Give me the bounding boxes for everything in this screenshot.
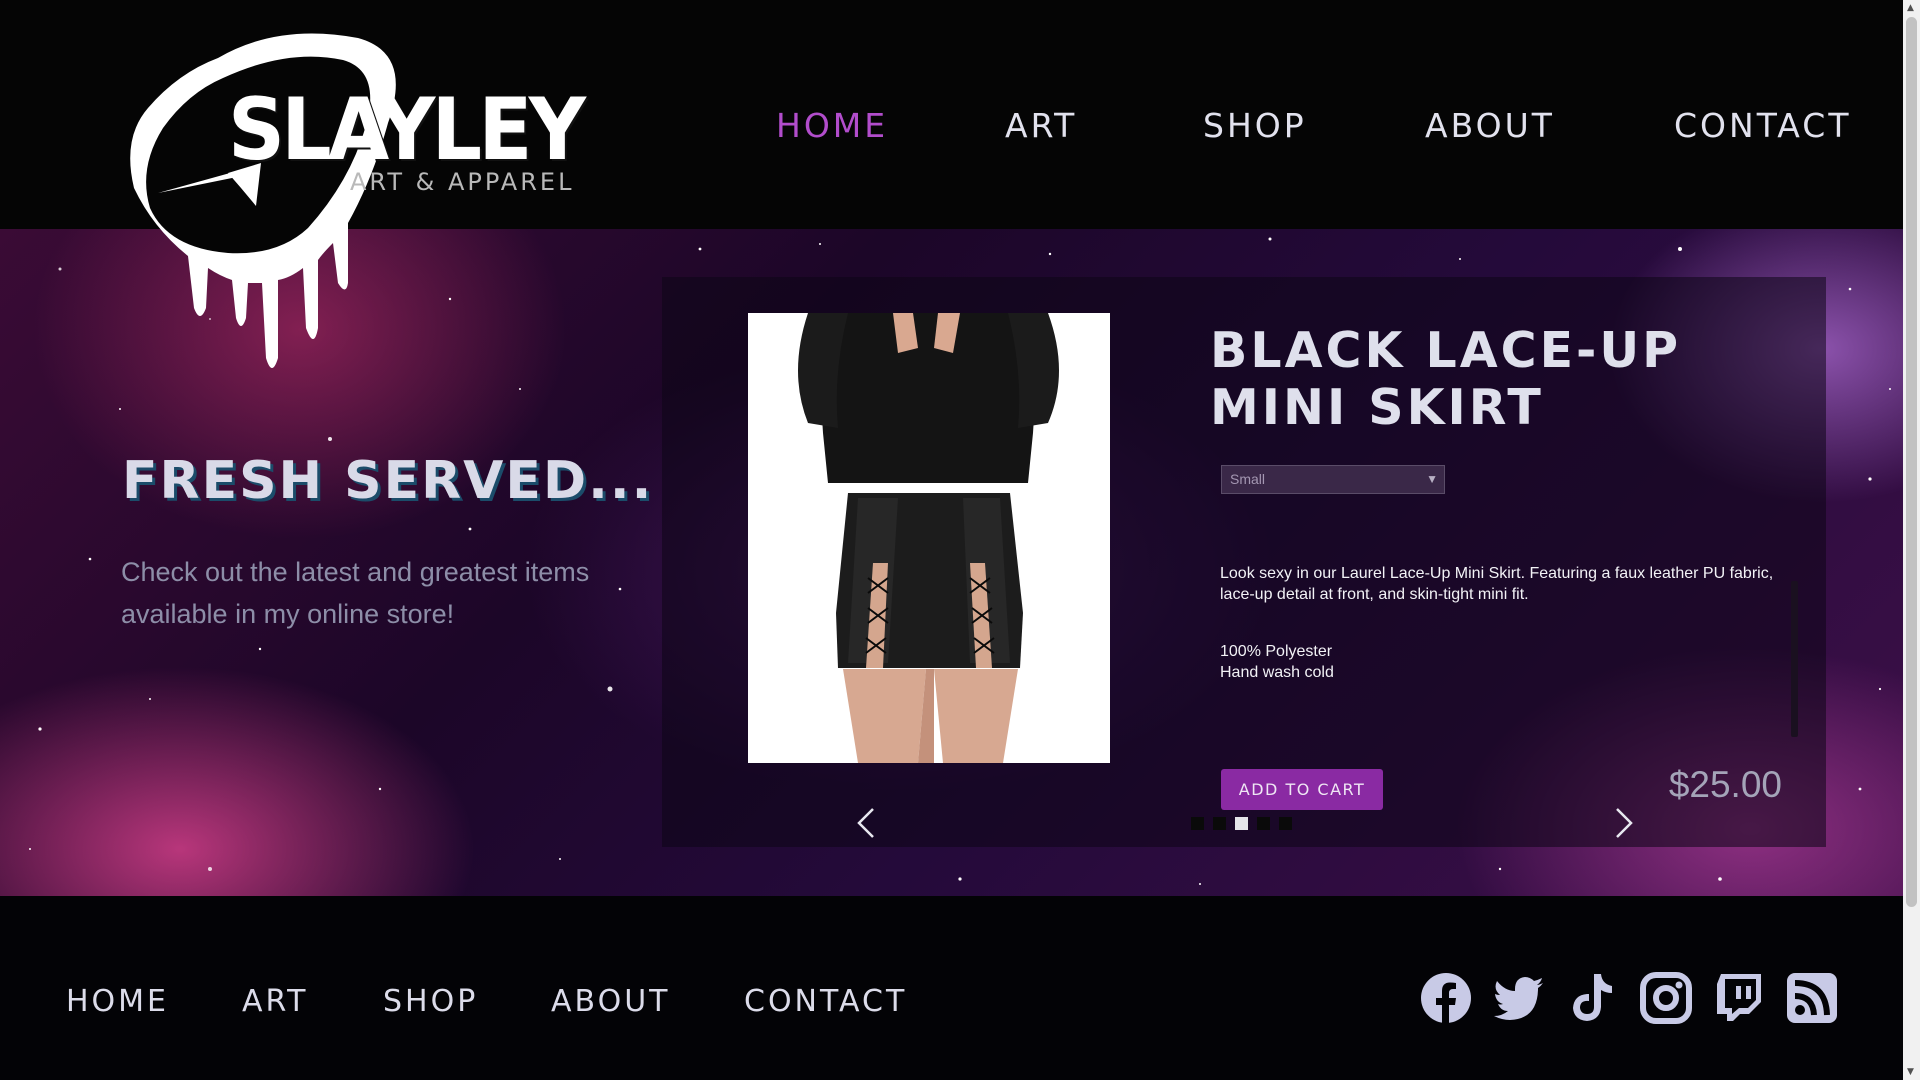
site-logo[interactable]: SLAYLEY ART & APPAREL <box>128 28 588 388</box>
logo-wordmark: SLAYLEY <box>228 80 586 180</box>
twitch-icon <box>1717 974 1761 1021</box>
carousel-prev-button[interactable] <box>851 805 881 841</box>
footer-nav-home[interactable]: HOME <box>66 984 169 1019</box>
rss-icon <box>1787 973 1837 1023</box>
facebook-icon <box>1421 973 1471 1024</box>
twitter-icon <box>1494 977 1543 1020</box>
nav-home[interactable]: HOME <box>776 106 888 145</box>
product-description: Look sexy in our Laurel Lace-Up Mini Ski… <box>1220 565 1774 603</box>
carousel-dot[interactable] <box>1279 817 1292 830</box>
description-scrollbar[interactable] <box>1791 581 1798 737</box>
product-care: Hand wash cold <box>1220 664 1334 681</box>
footer-nav-contact[interactable]: CONTACT <box>744 984 907 1019</box>
product-material: 100% Polyester <box>1220 643 1333 660</box>
twitter-link[interactable] <box>1493 972 1545 1024</box>
tiktok-link[interactable] <box>1567 972 1619 1024</box>
product-carousel: BLACK LACE-UP MINI SKIRT Small ▼ Look se… <box>662 277 1826 847</box>
size-select-value: Small <box>1230 471 1266 487</box>
page-scrollbar[interactable]: ▲ ▼ <box>1903 0 1920 1080</box>
product-details: 100% Polyester Hand wash cold <box>1220 641 1620 683</box>
twitch-link[interactable] <box>1713 972 1765 1024</box>
scroll-up-icon[interactable]: ▲ <box>1907 3 1914 13</box>
instagram-icon <box>1640 972 1692 1024</box>
nav-shop[interactable]: SHOP <box>1203 106 1307 145</box>
scrollbar-thumb[interactable] <box>1906 17 1917 907</box>
rss-link[interactable] <box>1786 972 1838 1024</box>
carousel-dot[interactable] <box>1213 817 1226 830</box>
facebook-link[interactable] <box>1420 972 1472 1024</box>
product-image[interactable] <box>748 313 1110 763</box>
product-title: BLACK LACE-UP MINI SKIRT <box>1210 322 1682 436</box>
site-footer: HOME ART SHOP ABOUT CONTACT <box>0 896 1903 1080</box>
tiktok-icon <box>1573 974 1612 1021</box>
carousel-dot[interactable] <box>1257 817 1270 830</box>
carousel-next-button[interactable] <box>1609 805 1639 841</box>
carousel-dot[interactable] <box>1191 817 1204 830</box>
instagram-link[interactable] <box>1640 972 1692 1024</box>
footer-nav-about[interactable]: ABOUT <box>551 984 670 1019</box>
hero-text: Check out the latest and greatest items … <box>121 557 590 629</box>
chevron-left-icon <box>857 808 874 838</box>
page: HOME ART SHOP ABOUT CONTACT FRESH SERVED… <box>0 0 1920 1080</box>
add-to-cart-button[interactable]: ADD TO CART <box>1221 769 1383 810</box>
nav-art[interactable]: ART <box>1005 106 1077 145</box>
scroll-down-icon[interactable]: ▼ <box>1907 1067 1914 1077</box>
nav-about[interactable]: ABOUT <box>1425 106 1555 145</box>
footer-nav-art[interactable]: ART <box>242 984 309 1019</box>
footer-nav-shop[interactable]: SHOP <box>383 984 478 1019</box>
carousel-dot-active[interactable] <box>1235 817 1248 830</box>
hero-title: FRESH SERVED... <box>122 451 654 511</box>
logo-tagline: ART & APPAREL <box>350 168 575 196</box>
size-select[interactable]: Small ▼ <box>1221 465 1445 494</box>
product-price: $25.00 <box>1668 764 1782 805</box>
chevron-right-icon <box>1616 808 1633 838</box>
chevron-down-icon: ▼ <box>1426 472 1438 486</box>
nav-contact[interactable]: CONTACT <box>1674 106 1852 145</box>
